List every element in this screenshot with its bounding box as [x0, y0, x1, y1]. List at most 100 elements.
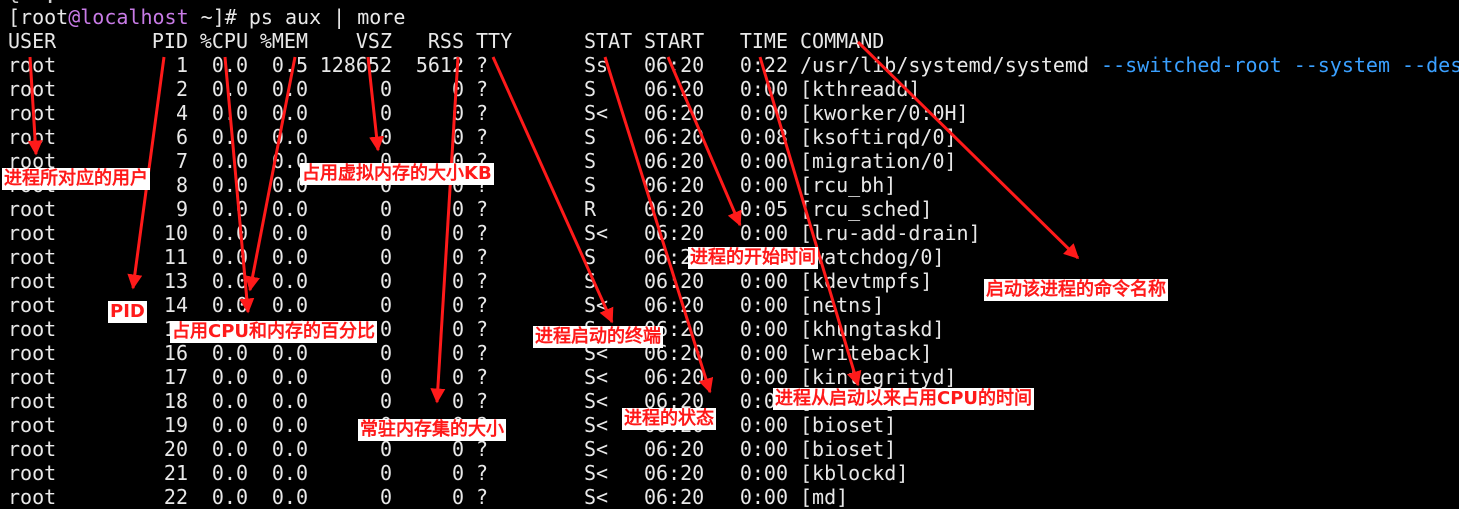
cell-command-spacer [1089, 53, 1101, 77]
cell-cpu: 0.0 [211, 173, 248, 197]
cell-vsz: 0 [379, 269, 392, 293]
cell-tty: ? [476, 125, 489, 149]
cell-cpu: 0.0 [211, 149, 248, 173]
cell-command: [writeback] [800, 341, 932, 365]
cell-time: 0:00 [739, 173, 788, 197]
cell-vsz: 0 [379, 77, 392, 101]
cell-command-name: [kworker/0:0H] [800, 101, 969, 125]
cell-mem: 0.0 [271, 221, 308, 245]
cell-command-name: [kthreadd] [800, 77, 921, 101]
cell-time: 0:00 [739, 437, 788, 461]
cell-pid: 4 [175, 101, 188, 125]
cell-mem: 0.0 [271, 389, 308, 413]
cell-mem: 0.0 [271, 293, 308, 317]
cell-vsz: 0 [379, 293, 392, 317]
cell-time: 0:05 [739, 197, 788, 221]
header-start: START [644, 29, 705, 53]
cell-cpu: 0.0 [211, 437, 248, 461]
cell-user: root [8, 197, 57, 221]
cell-mem: 0.0 [271, 437, 308, 461]
cell-user: root [8, 413, 57, 437]
cell-vsz: 0 [379, 125, 392, 149]
cell-mem: 0.0 [271, 413, 308, 437]
cell-stat: S< [584, 101, 609, 125]
cell-stat: S< [584, 365, 609, 389]
cell-pid: 21 [163, 461, 188, 485]
cell-mem: 0.5 [271, 53, 308, 77]
cell-pid: 22 [163, 485, 188, 509]
cell-time: 0:00 [739, 101, 788, 125]
cell-cpu: 0.0 [211, 101, 248, 125]
cell-cpu: 0.0 [211, 461, 248, 485]
cell-mem: 0.0 [271, 461, 308, 485]
cell-rss: 0 [451, 389, 464, 413]
cell-user: root [8, 101, 57, 125]
cell-start: 06:20 [644, 173, 705, 197]
annotation-time: 进程从启动以来占用CPU的时间 [773, 388, 1035, 410]
cell-stat: S [584, 125, 597, 149]
cell-command-name: [kintegrityd] [800, 365, 957, 389]
cell-tty: ? [476, 101, 489, 125]
cell-command-name: [migration/0] [800, 149, 957, 173]
cell-start: 06:20 [644, 149, 705, 173]
cell-pid: 16 [163, 341, 188, 365]
cell-start: 06:20 [644, 221, 705, 245]
annotation-cpu-mem: 占用CPU和内存的百分比 [170, 321, 378, 343]
cell-tty: ? [476, 389, 489, 413]
cell-time: 0:00 [739, 221, 788, 245]
process-table-header: USER PID %CPU %MEM VSZ RSS TTY STAT STAR… [8, 29, 884, 53]
cell-command: [bioset] [800, 437, 896, 461]
cell-pid: 9 [175, 197, 188, 221]
cell-pid: 2 [175, 77, 188, 101]
cell-command: /usr/lib/systemd/systemd --switched-root… [800, 53, 1459, 77]
header-pid: PID [151, 29, 188, 53]
cell-mem: 0.0 [271, 245, 308, 269]
cell-rss: 0 [451, 365, 464, 389]
cell-stat: S [584, 149, 597, 173]
cell-command: [bioset] [800, 413, 896, 437]
cell-command: [kintegrityd] [800, 365, 957, 389]
cell-user: root [8, 221, 57, 245]
shell-prompt-line: [root@localhost ~]# ps aux | more [8, 5, 405, 29]
cell-mem: 0.0 [271, 269, 308, 293]
cell-command-name: [kdevtmpfs] [800, 269, 933, 293]
annotation-tty: 进程启动的终端 [533, 326, 663, 348]
cell-time: 0:00 [739, 269, 788, 293]
cell-stat: S< [584, 485, 609, 509]
cell-stat: S [584, 269, 597, 293]
annotation-command: 启动该进程的命令名称 [984, 279, 1168, 301]
cell-command: [khungtaskd] [800, 317, 945, 341]
cell-command: [rcu_sched] [800, 197, 932, 221]
header-mem: %MEM [259, 29, 308, 53]
cell-tty: ? [476, 77, 489, 101]
cell-stat: S< [584, 461, 609, 485]
cell-command: [kworker/0:0H] [800, 101, 969, 125]
cell-stat: Ss [584, 53, 609, 77]
cell-pid: 18 [163, 389, 188, 413]
annotation-vsz: 占用虚拟内存的大小KB [300, 163, 494, 185]
cell-user: root [8, 245, 57, 269]
cell-time: 0:00 [739, 149, 788, 173]
cell-vsz: 0 [379, 365, 392, 389]
cell-stat: S< [584, 293, 609, 317]
cell-start: 06:20 [644, 77, 705, 101]
cell-cpu: 0.0 [211, 413, 248, 437]
cell-mem: 0.0 [271, 149, 308, 173]
cell-stat: S< [584, 413, 609, 437]
cell-mem: 0.0 [271, 101, 308, 125]
annotation-stat: 进程的状态 [622, 408, 716, 430]
cell-rss: 0 [451, 293, 464, 317]
cell-cpu: 0.0 [211, 389, 248, 413]
cell-vsz: 0 [379, 461, 392, 485]
cell-stat: S< [584, 389, 609, 413]
cell-stat: S< [584, 221, 609, 245]
cell-command-name: [rcu_bh] [800, 173, 897, 197]
cell-command: [migration/0] [800, 149, 957, 173]
cell-rss: 0 [451, 125, 464, 149]
cell-vsz: 0 [379, 389, 392, 413]
cell-command: [md] [800, 485, 848, 509]
cell-cpu: 0.0 [211, 485, 248, 509]
cell-start: 06:20 [644, 101, 705, 125]
cell-command-name: [ksoftirqd/0] [800, 125, 957, 149]
cell-user: root [8, 365, 57, 389]
